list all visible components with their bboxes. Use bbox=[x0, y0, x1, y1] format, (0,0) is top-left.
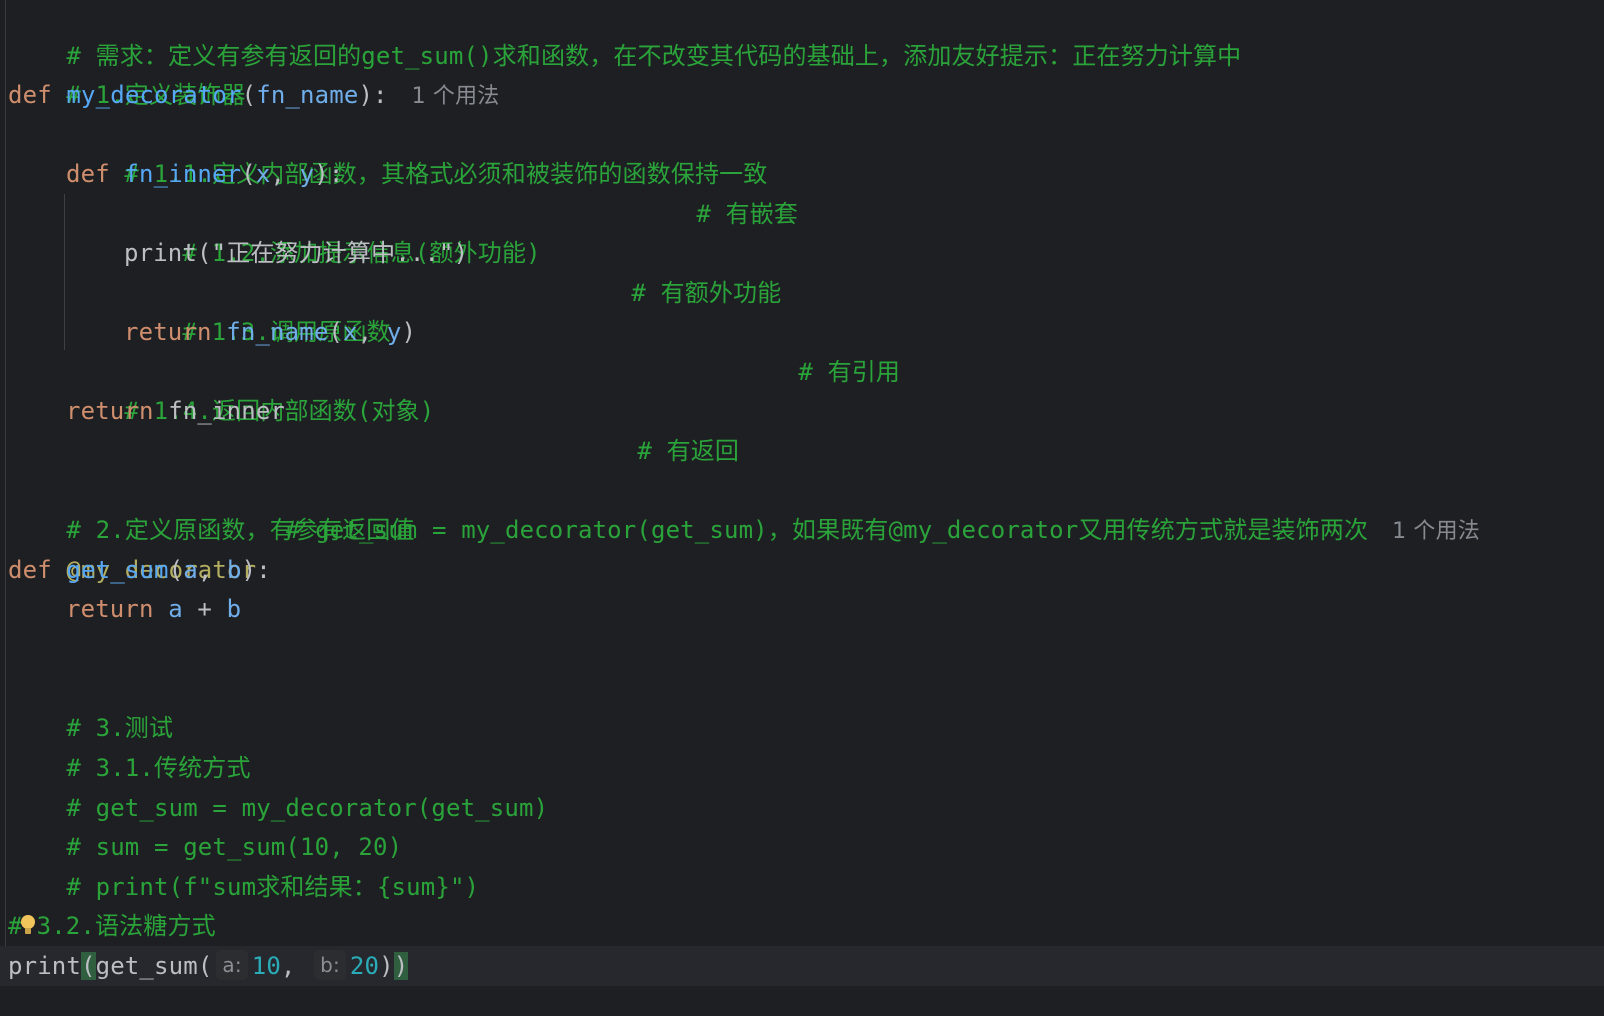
code-line-11-comment[interactable]: # 有返回 bbox=[579, 391, 739, 465]
comment: # 有引用 bbox=[798, 358, 901, 386]
keyword-def: def bbox=[8, 81, 52, 109]
keyword-return: return bbox=[124, 318, 212, 346]
code-line-3[interactable]: def my_decorator(fn_name): 1 个用法 bbox=[8, 75, 499, 115]
function-name: my_decorator bbox=[66, 81, 242, 109]
comment: # 有额外功能 bbox=[631, 279, 782, 307]
number-literal: 10 bbox=[251, 952, 281, 980]
editor-gutter-border bbox=[5, 0, 6, 1016]
code-line-24[interactable]: #3.2.语法糖方式 bbox=[8, 906, 216, 946]
code-line-8[interactable]: # 1.3.调用原函数 bbox=[124, 272, 391, 346]
parameter-reference: fn_name bbox=[226, 318, 329, 346]
paren: ) bbox=[401, 318, 417, 346]
keyword-def: def bbox=[66, 160, 110, 188]
code-line-13[interactable]: # 2.定义原函数，有参有返回值 bbox=[8, 470, 415, 544]
separator: , bbox=[270, 160, 300, 188]
usages-hint[interactable]: 1 个用法 bbox=[1392, 519, 1480, 544]
builtin-print: print bbox=[124, 239, 197, 267]
code-line-4[interactable]: # 1.1.定义内部函数，其格式必须和被装饰的函数保持一致 bbox=[66, 114, 767, 188]
code-line-22[interactable]: # print(f"sum求和结果：{sum}") bbox=[8, 827, 479, 901]
code-line-11[interactable]: return fn_inner bbox=[66, 391, 285, 431]
code-line-14[interactable]: @my_decorator bbox=[8, 510, 256, 584]
code-line-7-comment[interactable]: # 有额外功能 bbox=[573, 233, 781, 307]
operator: + bbox=[182, 595, 227, 623]
paren: ( bbox=[197, 952, 213, 980]
keyword-def: def bbox=[8, 556, 52, 584]
editor-bottom-area bbox=[0, 986, 1604, 1016]
code-editor[interactable]: # 需求：定义有参有返回的get_sum()求和函数，在不改变其代码的基础上，添… bbox=[0, 0, 1604, 1016]
code-line-5[interactable]: def fn_inner(x, y): bbox=[66, 154, 343, 194]
separator: , bbox=[357, 318, 387, 346]
indent-guide bbox=[64, 194, 65, 350]
paren: ): bbox=[314, 160, 344, 188]
parameter: a bbox=[183, 556, 198, 584]
parameter-hint-a: a: bbox=[216, 950, 248, 980]
parameter: x bbox=[343, 318, 358, 346]
code-line-5-comment[interactable]: # 有嵌套 bbox=[638, 154, 798, 228]
parameter: b bbox=[226, 595, 242, 623]
code-line-9-comment[interactable]: # 有引用 bbox=[740, 312, 900, 386]
code-line-2[interactable]: # 1.定义装饰器 bbox=[8, 35, 246, 109]
comment: # print(f"sum求和结果：{sum}") bbox=[66, 873, 480, 901]
paren: ) bbox=[453, 239, 469, 267]
parameter-hint-b: b: bbox=[314, 950, 346, 980]
paren: ( bbox=[168, 556, 184, 584]
paren: ( bbox=[241, 81, 257, 109]
paren: ): bbox=[241, 556, 271, 584]
separator: , bbox=[197, 556, 228, 584]
function-name: get_sum bbox=[66, 556, 169, 584]
paren: ( bbox=[197, 239, 212, 267]
parameter: a bbox=[168, 595, 183, 623]
code-line-25[interactable]: print(get_sum(a: 10, b: 20)) bbox=[8, 946, 409, 986]
code-line-6[interactable]: # 1.2.添加提示信息(额外功能) bbox=[124, 193, 541, 267]
usages-hint[interactable]: 1 个用法 bbox=[412, 84, 500, 109]
code-line-1[interactable]: # 需求：定义有参有返回的get_sum()求和函数，在不改变其代码的基础上，添… bbox=[8, 0, 1241, 70]
code-line-14-comment[interactable]: # get_sum = my_decorator(get_sum)，如果既有@m… bbox=[286, 510, 1480, 550]
string-literal: "正在努力计算中..." bbox=[211, 239, 454, 267]
parameter: x bbox=[255, 160, 271, 188]
matched-paren: ) bbox=[393, 952, 409, 980]
function-name: fn_inner bbox=[124, 160, 242, 188]
keyword-return: return bbox=[66, 397, 154, 425]
separator: , bbox=[280, 952, 296, 980]
keyword-return: return bbox=[66, 595, 154, 623]
code-line-20[interactable]: # get_sum = my_decorator(get_sum) bbox=[8, 748, 548, 822]
parameter: y bbox=[299, 160, 315, 188]
paren: ( bbox=[328, 318, 344, 346]
identifier: fn_inner bbox=[168, 397, 286, 425]
function-call: get_sum bbox=[95, 952, 198, 980]
code-line-18[interactable]: # 3.测试 bbox=[8, 668, 173, 742]
paren: ( bbox=[241, 160, 256, 188]
lightbulb-icon[interactable] bbox=[19, 913, 37, 937]
parameter: fn_name bbox=[256, 81, 359, 109]
paren: ) bbox=[379, 952, 394, 980]
code-line-21[interactable]: # sum = get_sum(10, 20) bbox=[8, 787, 402, 861]
comment: # 有返回 bbox=[637, 437, 740, 465]
builtin-print: print bbox=[8, 952, 81, 980]
parameter: y bbox=[386, 318, 402, 346]
number-literal: 20 bbox=[349, 952, 380, 980]
parameter: b bbox=[227, 556, 242, 584]
comment: # get_sum = my_decorator(get_sum)，如果既有@m… bbox=[286, 516, 1369, 544]
code-line-7[interactable]: print("正在努力计算中...") bbox=[124, 233, 468, 273]
code-line-15[interactable]: def get_sum(a, b): bbox=[8, 550, 271, 590]
comment: 3.2.语法糖方式 bbox=[36, 912, 216, 940]
paren: ): bbox=[358, 81, 388, 109]
code-line-16[interactable]: return a + b bbox=[66, 589, 241, 629]
comment: # 有嵌套 bbox=[696, 200, 799, 228]
code-line-9[interactable]: return fn_name(x, y) bbox=[124, 312, 416, 352]
code-line-19[interactable]: # 3.1.传统方式 bbox=[8, 708, 251, 782]
code-line-10[interactable]: # 1.4.返回内部函数(对象) bbox=[66, 351, 434, 425]
matched-paren: ( bbox=[81, 952, 96, 980]
